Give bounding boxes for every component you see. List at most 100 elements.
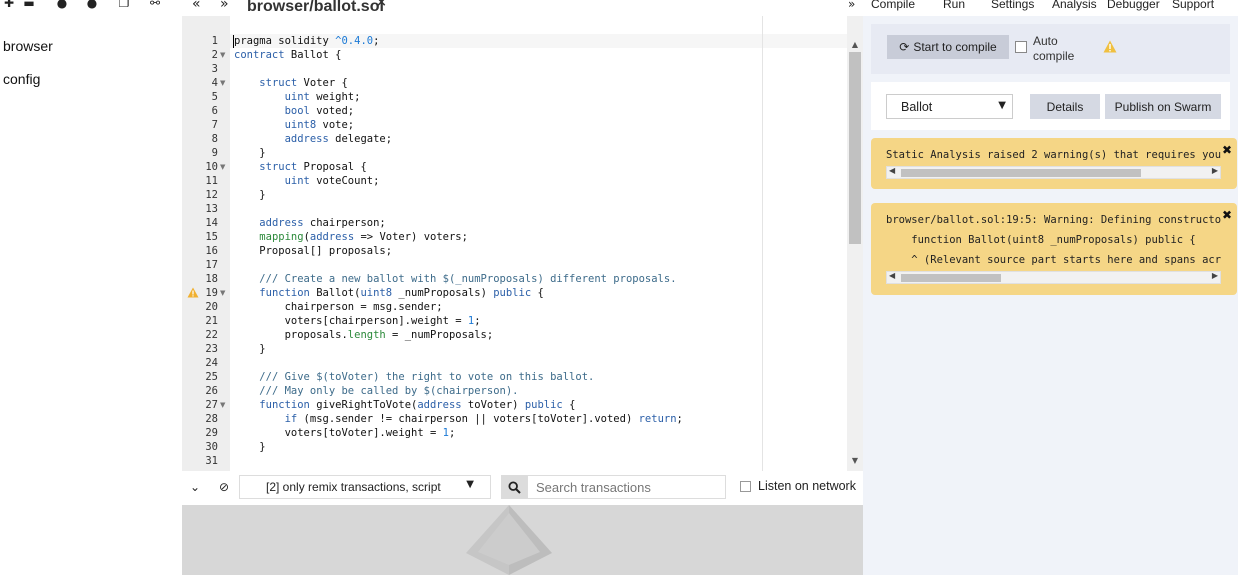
code-token: voteCount; (309, 175, 380, 187)
code-line[interactable]: mapping(address => Voter) voters; (234, 230, 468, 244)
code-line[interactable]: contract Ballot { (234, 48, 341, 62)
code-line[interactable]: /// Give $(toVoter) the right to vote on… (234, 370, 594, 384)
scroll-up-icon[interactable]: ▲ (847, 38, 863, 52)
tab-run[interactable]: Run (943, 0, 965, 11)
tab-settings[interactable]: Settings (991, 0, 1034, 11)
scroll-left-icon[interactable]: ◀ (889, 166, 895, 175)
code-line[interactable]: } (234, 440, 265, 454)
code-line[interactable]: uint weight; (234, 90, 361, 104)
github-alt-icon[interactable]: ● (85, 0, 99, 10)
tab-close-icon[interactable]: × (376, 0, 387, 10)
code-line[interactable]: /// May only be called by $(chairperson)… (234, 384, 518, 398)
clear-console-icon[interactable]: ⊘ (219, 480, 229, 494)
code-token: } (234, 147, 266, 159)
code-token: public (493, 287, 532, 299)
code-line[interactable]: bool voted; (234, 104, 355, 118)
publish-on-swarm-button[interactable]: Publish on Swarm (1105, 94, 1221, 119)
editor-vertical-scrollbar[interactable]: ▲ ▼ (847, 16, 863, 471)
gutter-warning-icon[interactable] (187, 287, 199, 298)
code-token: return (638, 413, 677, 425)
code-line[interactable]: /// Create a new ballot with $(_numPropo… (234, 272, 676, 286)
close-icon[interactable]: ✖ (1222, 208, 1232, 222)
start-to-compile-button[interactable]: ⟳ Start to compile (887, 35, 1009, 59)
scrollbar-thumb[interactable] (901, 169, 1141, 177)
search-transactions-input[interactable] (527, 475, 726, 499)
scrollbar-thumb[interactable] (849, 52, 861, 244)
tab-analysis[interactable]: Analysis (1052, 0, 1097, 11)
static-analysis-warning[interactable]: Static Analysis raised 2 warning(s) that… (871, 138, 1237, 189)
folder-open-icon[interactable]: ▬ (22, 0, 36, 10)
compiler-warning[interactable]: browser/ballot.sol:19:5: Warning: Defini… (871, 203, 1237, 295)
code-line[interactable]: struct Proposal { (234, 160, 366, 174)
search-button[interactable] (501, 475, 527, 499)
code-line[interactable]: uint voteCount; (234, 174, 380, 188)
scroll-right-icon[interactable]: ▶ (1212, 166, 1218, 175)
scrollbar-thumb[interactable] (901, 274, 1001, 282)
copy-icon[interactable]: ❐ (117, 0, 131, 10)
close-icon[interactable]: ✖ (1222, 143, 1232, 157)
code-line[interactable]: } (234, 146, 266, 160)
code-token: /// Give $(toVoter) the right to vote on… (259, 371, 595, 383)
editor-tab-title[interactable]: browser/ballot.sol (247, 0, 384, 16)
code-line[interactable]: voters[toVoter].weight = 1; (234, 426, 456, 440)
code-editor[interactable]: 1 2 ▼ 3 4 ▼ 5 6 7 8 9 10 ▼ 11 12 13 14 15 16 17 18 19 ▼ 20 21 22 2… (182, 16, 863, 471)
scroll-down-icon[interactable]: ▼ (847, 454, 863, 468)
code-token: ^0.4.0 (335, 35, 374, 47)
transaction-filter-select[interactable]: [2] only remix transactions, script ▼ (239, 475, 491, 499)
collapse-right-panel-icon[interactable]: » (848, 0, 855, 11)
terminal-output[interactable] (182, 505, 863, 575)
auto-compile-checkbox[interactable] (1015, 41, 1027, 53)
code-line[interactable]: pragma solidity ^0.4.0; (234, 34, 379, 48)
tab-debugger[interactable]: Debugger (1107, 0, 1160, 11)
scroll-tabs-right-icon[interactable]: » (220, 0, 229, 12)
code-line[interactable]: chairperson = msg.sender; (234, 300, 443, 314)
code-line[interactable]: Proposal[] proposals; (234, 244, 392, 258)
contract-select[interactable]: Ballot ▼ (886, 94, 1013, 119)
file-explorer-panel: ✚ ▬ ● ● ❐ ⚯ browser config (0, 0, 182, 575)
tree-item-config[interactable]: config (3, 71, 40, 87)
code-line[interactable]: proposals.length = _numProposals; (234, 328, 494, 342)
scroll-tabs-left-icon[interactable]: « (192, 0, 201, 12)
line-number: 6 (211, 105, 218, 117)
code-line[interactable]: function giveRightToVote(address toVoter… (234, 398, 575, 412)
tree-item-browser[interactable]: browser (3, 38, 53, 54)
code-line[interactable]: if (msg.sender != chairperson || voters[… (234, 412, 683, 426)
toggle-terminal-icon[interactable]: ⌄ (190, 480, 200, 494)
tab-support[interactable]: Support (1172, 0, 1214, 11)
fold-toggle-icon[interactable]: ▼ (220, 160, 225, 174)
warning-horizontal-scrollbar[interactable]: ◀ ▶ (886, 271, 1221, 284)
github-icon[interactable]: ● (55, 0, 69, 10)
link-icon[interactable]: ⚯ (148, 0, 162, 10)
code-line[interactable]: address delegate; (234, 132, 392, 146)
warning-horizontal-scrollbar[interactable]: ◀ ▶ (886, 166, 1221, 179)
create-file-icon[interactable]: ✚ (2, 0, 16, 10)
fold-toggle-icon[interactable]: ▼ (220, 48, 225, 62)
code-line[interactable]: function Ballot(uint8 _numProposals) pub… (234, 286, 544, 300)
fold-toggle-icon[interactable]: ▼ (220, 286, 225, 300)
code-token: address (259, 217, 304, 229)
line-number: 1 (211, 35, 218, 47)
code-line[interactable]: } (234, 342, 265, 356)
scroll-left-icon[interactable]: ◀ (889, 271, 895, 280)
code-line[interactable]: struct Voter { (234, 76, 348, 90)
tab-compile[interactable]: Compile (871, 0, 915, 11)
fold-toggle-icon[interactable]: ▼ (220, 398, 225, 412)
terminal-toolbar: ⌄ ⊘ [2] only remix transactions, script … (182, 471, 863, 505)
listen-on-network-checkbox[interactable] (740, 481, 751, 492)
code-token: uint (284, 91, 310, 103)
scroll-right-icon[interactable]: ▶ (1212, 271, 1218, 280)
code-line[interactable]: uint8 vote; (234, 118, 355, 132)
line-number: 8 (211, 133, 218, 145)
code-token: uint (284, 175, 310, 187)
details-button[interactable]: Details (1030, 94, 1100, 119)
code-line[interactable]: address chairperson; (234, 216, 385, 230)
code-line[interactable]: } (234, 188, 265, 202)
code-line[interactable]: voters[chairperson].weight = 1; (234, 314, 481, 328)
fold-toggle-icon[interactable]: ▼ (220, 76, 225, 90)
right-panel-tabs: Compile Run Settings Analysis Debugger S… (863, 0, 1238, 16)
